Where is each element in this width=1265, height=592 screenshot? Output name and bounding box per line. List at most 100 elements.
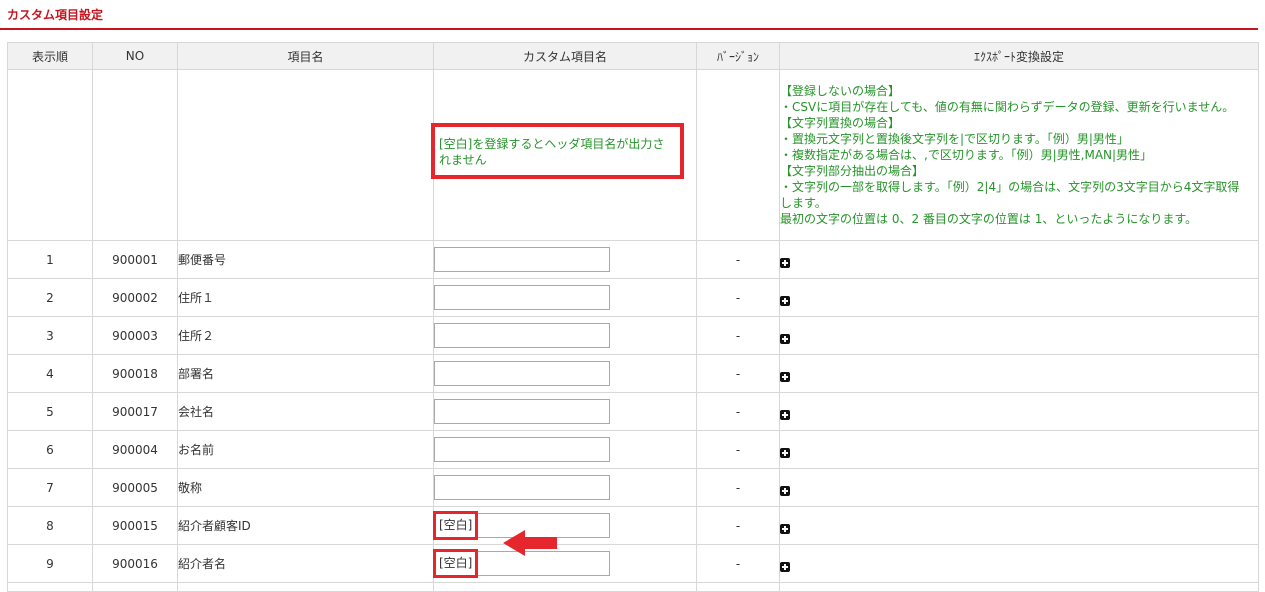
row-item-name: 会社名 <box>177 392 434 431</box>
header-item-name: 項目名 <box>177 42 434 70</box>
export-help-line: ・文字列の一部を取得します。「例）2|4」の場合は、文字列の3文字目から4文字取… <box>780 180 1240 210</box>
plus-square-icon[interactable] <box>780 523 790 534</box>
note-order-cell <box>7 69 93 241</box>
row-order: 4 <box>7 354 93 393</box>
header-export-settings: ｴｸｽﾎﾟｰﾄ変換設定 <box>779 42 1259 70</box>
custom-name-input[interactable] <box>434 247 610 272</box>
row-no: 900015 <box>92 506 178 545</box>
row-version: - <box>696 430 780 469</box>
plus-square-icon[interactable] <box>780 485 790 496</box>
table-row-partial <box>7 582 1259 592</box>
plus-square-icon[interactable] <box>780 409 790 420</box>
row-custom-cell <box>433 468 697 507</box>
export-help-line: 【文字列部分抽出の場合】 <box>780 164 925 178</box>
plus-square-icon[interactable] <box>780 257 790 268</box>
partial-cell <box>779 582 1259 592</box>
note-version-cell <box>696 69 780 241</box>
table-header-row: 表示順 NO 項目名 カスタム項目名 ﾊﾞｰｼﾞｮﾝ ｴｸｽﾎﾟｰﾄ変換設定 <box>7 42 1259 70</box>
plus-square-icon[interactable] <box>780 333 790 344</box>
custom-name-input[interactable] <box>434 323 610 348</box>
plus-square-icon[interactable] <box>780 561 790 572</box>
row-export-cell <box>779 506 1259 545</box>
note-row: [空白]を登録するとヘッダ項目名が出力されません 【登録しないの場合】 ・CSVに… <box>7 69 1259 241</box>
note-no-cell <box>92 69 178 241</box>
row-item-name: 紹介者顧客ID <box>177 506 434 545</box>
header-custom-name: カスタム項目名 <box>433 42 697 70</box>
table-row: 9 900016 紹介者名 [空白] - <box>7 544 1259 583</box>
row-no: 900004 <box>92 430 178 469</box>
row-item-name: 紹介者名 <box>177 544 434 583</box>
export-help-line: ・置換元文字列と置換後文字列を|で区切ります。「例）男|男性」 <box>780 132 1129 146</box>
row-version: - <box>696 544 780 583</box>
row-version: - <box>696 392 780 431</box>
export-help-text: 【登録しないの場合】 ・CSVに項目が存在しても、値の有無に関わらずデータの登録、… <box>780 83 1258 227</box>
page-title: カスタム項目設定 <box>7 8 104 22</box>
custom-field-table: 表示順 NO 項目名 カスタム項目名 ﾊﾞｰｼﾞｮﾝ ｴｸｽﾎﾟｰﾄ変換設定 [… <box>7 42 1259 592</box>
partial-cell <box>7 582 93 592</box>
custom-name-input[interactable] <box>434 285 610 310</box>
row-order: 2 <box>7 278 93 317</box>
row-item-name: 敬称 <box>177 468 434 507</box>
note-export-cell: 【登録しないの場合】 ・CSVに項目が存在しても、値の有無に関わらずデータの登録、… <box>779 69 1259 241</box>
table-row: 6 900004 お名前 - <box>7 430 1259 469</box>
header-order: 表示順 <box>7 42 93 70</box>
row-item-name: お名前 <box>177 430 434 469</box>
header-no: NO <box>92 42 178 70</box>
blank-value-highlight: [空白] <box>433 549 479 578</box>
table-row: 5 900017 会社名 - <box>7 392 1259 431</box>
blank-note-callout: [空白]を登録するとヘッダ項目名が出力されません <box>431 123 684 179</box>
partial-cell <box>696 582 780 592</box>
row-no: 900018 <box>92 354 178 393</box>
partial-cell <box>92 582 178 592</box>
row-custom-cell: [空白] <box>433 506 697 545</box>
row-item-name: 住所２ <box>177 316 434 355</box>
row-custom-cell <box>433 354 697 393</box>
custom-name-input[interactable] <box>434 361 610 386</box>
note-name-cell <box>177 69 434 241</box>
row-no: 900005 <box>92 468 178 507</box>
partial-cell <box>433 582 697 592</box>
row-no: 900002 <box>92 278 178 317</box>
row-export-cell <box>779 468 1259 507</box>
table-row: 1 900001 郵便番号 - <box>7 240 1259 279</box>
row-custom-cell: [空白] <box>433 544 697 583</box>
row-order: 6 <box>7 430 93 469</box>
row-item-name: 郵便番号 <box>177 240 434 279</box>
row-version: - <box>696 278 780 317</box>
custom-name-input[interactable] <box>434 437 610 462</box>
note-custom-cell: [空白]を登録するとヘッダ項目名が出力されません <box>431 69 697 241</box>
row-export-cell <box>779 430 1259 469</box>
row-export-cell <box>779 316 1259 355</box>
export-help-line: 最初の文字の位置は 0、2 番目の文字の位置は 1、といったようになります。 <box>780 212 1198 226</box>
plus-square-icon[interactable] <box>780 371 790 382</box>
row-order: 7 <box>7 468 93 507</box>
row-no: 900003 <box>92 316 178 355</box>
row-order: 9 <box>7 544 93 583</box>
row-order: 8 <box>7 506 93 545</box>
row-custom-cell <box>433 240 697 279</box>
row-custom-cell <box>433 316 697 355</box>
export-help-line: ・複数指定がある場合は、,で区切ります。「例）男|男性,MAN|男性」 <box>780 148 1153 162</box>
row-item-name: 住所１ <box>177 278 434 317</box>
row-item-name: 部署名 <box>177 354 434 393</box>
header-version: ﾊﾞｰｼﾞｮﾝ <box>696 42 780 70</box>
custom-name-input[interactable] <box>434 399 610 424</box>
plus-square-icon[interactable] <box>780 295 790 306</box>
row-version: - <box>696 468 780 507</box>
row-version: - <box>696 316 780 355</box>
row-export-cell <box>779 544 1259 583</box>
table-row: 4 900018 部署名 - <box>7 354 1259 393</box>
row-version: - <box>696 354 780 393</box>
row-no: 900017 <box>92 392 178 431</box>
title-divider <box>0 28 1258 30</box>
custom-name-input[interactable] <box>434 475 610 500</box>
plus-square-icon[interactable] <box>780 447 790 458</box>
arrow-left-icon <box>503 530 557 556</box>
row-export-cell <box>779 354 1259 393</box>
row-version: - <box>696 506 780 545</box>
row-order: 5 <box>7 392 93 431</box>
table-row: 7 900005 敬称 - <box>7 468 1259 507</box>
row-version: - <box>696 240 780 279</box>
row-no: 900016 <box>92 544 178 583</box>
table-row: 3 900003 住所２ - <box>7 316 1259 355</box>
